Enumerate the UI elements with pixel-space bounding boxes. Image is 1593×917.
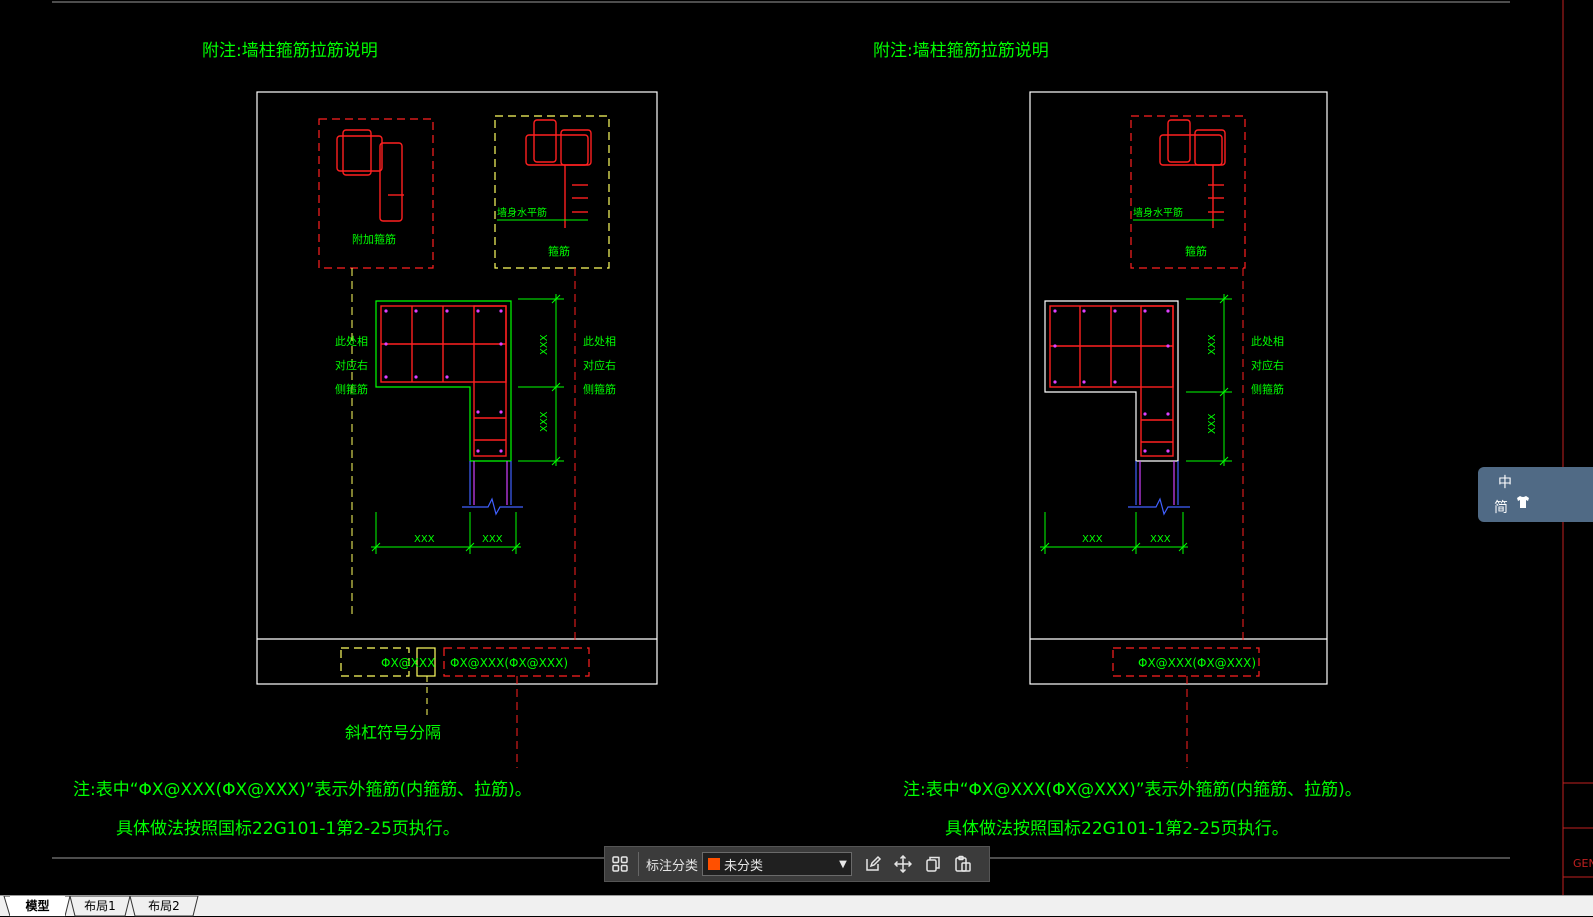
panel-right-dim-horizontal-2: XXX [1150, 534, 1171, 545]
panel-left-dim-vertical-2: XXX [539, 411, 550, 432]
ime-status-widget[interactable]: 中 简 [1478, 467, 1593, 522]
panel-right-dim-vertical-2: XXX [1207, 413, 1218, 434]
edit-icon[interactable] [858, 849, 888, 879]
tab-layout-1[interactable]: 布局1 [75, 896, 125, 916]
grid-view-icon[interactable] [605, 849, 635, 879]
panel-left-side-note-b3: 侧箍筋 [583, 382, 616, 396]
ime-charset-toggle[interactable]: 简 [1494, 497, 1508, 517]
panel-left-title: 附注:墙柱箍筋拉筋说明 [202, 41, 378, 61]
annotation-category-value: 未分类 [724, 858, 764, 874]
panel-left-table-cell-2: ΦX@XXX(ΦX@XXX) [450, 656, 568, 670]
panel-right-dim-vertical-1: XXX [1207, 334, 1218, 355]
panel-right-detail-wall-label: 墙身水平筋 [1133, 206, 1183, 219]
panel-left-note-line-2: 具体做法按照国标22G101-1第2-25页执行。 [116, 819, 460, 839]
panel-left-side-note-a1: 此处相 [335, 335, 368, 348]
toolbar-separator [638, 852, 639, 876]
copy-icon[interactable] [918, 849, 948, 879]
panel-left-dim-vertical-1: XXX [539, 334, 550, 355]
panel-right-table-cell: ΦX@XXX(ΦX@XXX) [1138, 656, 1256, 670]
annotation-category-label: 标注分类 [646, 858, 699, 874]
panel-right-note-line-1: 注:表中“ΦX@XXX(ΦX@XXX)”表示外箍筋(内箍筋、拉筋)。 [903, 780, 1362, 800]
panel-right-detail-stirrup-label: 箍筋 [1185, 244, 1207, 258]
tab-model[interactable]: 模型 [10, 896, 65, 916]
panel-right-dim-horizontal-1: XXX [1082, 534, 1103, 545]
panel-left-note-line-1: 注:表中“ΦX@XXX(ΦX@XXX)”表示外箍筋(内箍筋、拉筋)。 [73, 780, 532, 800]
panel-right-side-note-3: 侧箍筋 [1251, 382, 1284, 396]
panel-left-side-note-b2: 对应右 [583, 358, 616, 372]
panel-right-side-note-2: 对应右 [1251, 358, 1284, 372]
panel-right-note-line-2: 具体做法按照国标22G101-1第2-25页执行。 [945, 819, 1289, 839]
move-icon[interactable] [888, 849, 918, 879]
panel-left-side-note-a3: 侧箍筋 [335, 382, 368, 396]
paste-icon[interactable] [948, 849, 978, 879]
annotation-toolbar: 标注分类 未分类 ▼ [604, 846, 990, 882]
chevron-down-icon[interactable]: ▼ [835, 859, 851, 870]
layout-tabs-bar: 模型 布局1 布局2 [0, 895, 1593, 917]
tab-layout-2[interactable]: 布局2 [135, 896, 193, 916]
cad-drawing-canvas[interactable]: GEN 附注:墙柱箍筋拉筋说明 附加箍筋 墙身水平筋 箍筋 此处相 对应右 侧箍… [0, 0, 1593, 895]
tshirt-icon[interactable] [1516, 495, 1530, 513]
annotation-category-select[interactable]: 未分类 ▼ [702, 852, 853, 876]
panel-left-detail-stirrup-label: 箍筋 [548, 244, 570, 258]
panel-left-detail-add-label: 附加箍筋 [352, 232, 396, 246]
panel-right-title: 附注:墙柱箍筋拉筋说明 [873, 41, 1049, 61]
ime-mode-toggle[interactable]: 中 [1498, 472, 1512, 492]
panel-left-leader-note: 斜杠符号分隔 [345, 723, 441, 742]
panel-right-side-note-1: 此处相 [1251, 335, 1284, 348]
panel-left-detail-wall-label: 墙身水平筋 [497, 206, 547, 219]
panel-left-side-note-b1: 此处相 [583, 335, 616, 348]
title-block-edge-text: GEN [1573, 857, 1593, 870]
panel-left-dim-horizontal-2: XXX [482, 534, 503, 545]
panel-left-dim-horizontal-1: XXX [414, 534, 435, 545]
category-color-swatch [708, 858, 721, 870]
panel-left-table-cell-1: ΦX@XXX [381, 656, 435, 670]
panel-left-side-note-a2: 对应右 [335, 358, 368, 372]
